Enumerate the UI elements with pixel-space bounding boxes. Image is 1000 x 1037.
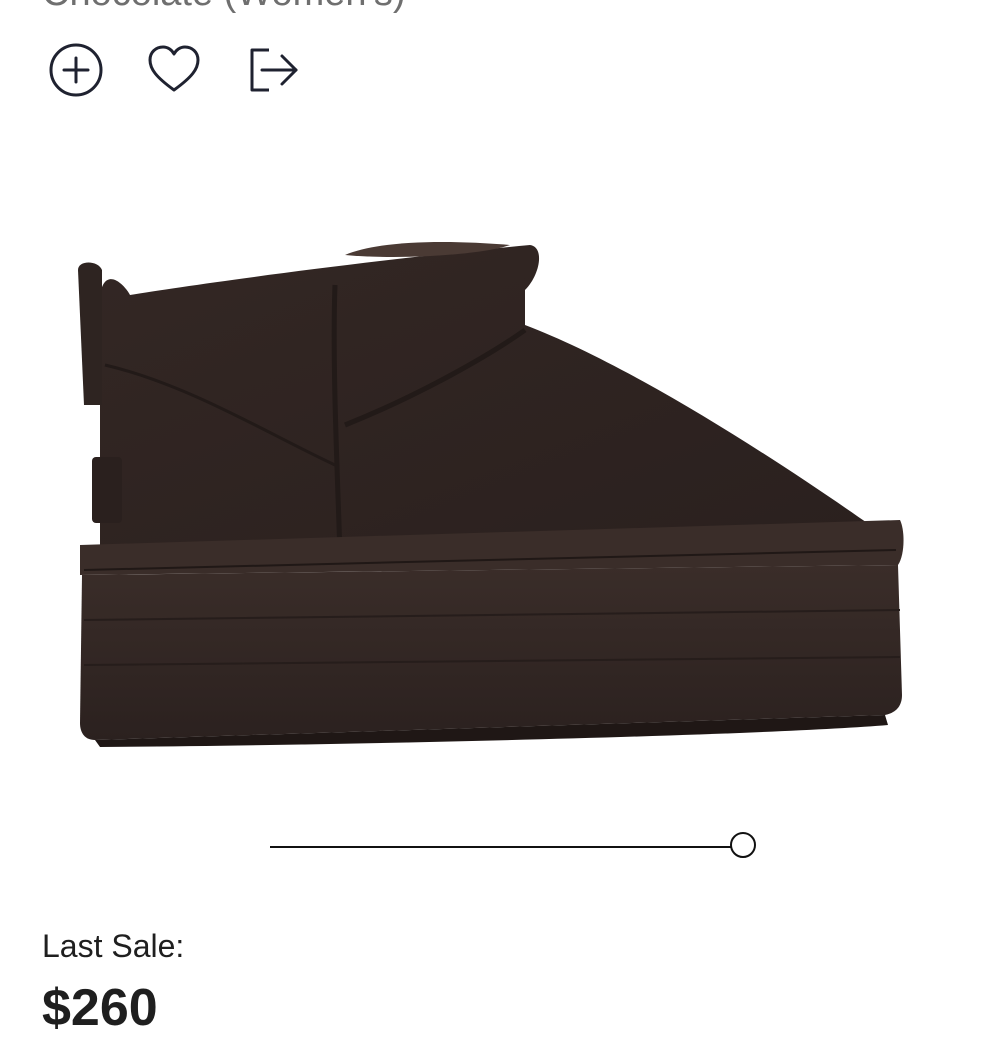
product-image — [78, 242, 904, 747]
heart-icon — [148, 45, 200, 92]
image-gallery-slider[interactable] — [270, 830, 765, 864]
favorite-button[interactable] — [144, 40, 204, 100]
slider-track — [270, 846, 732, 848]
product-actions — [46, 40, 302, 100]
share-button[interactable] — [242, 40, 302, 100]
last-sale-price: $260 — [42, 979, 158, 1037]
last-sale-label: Last Sale: — [42, 928, 185, 964]
slider-thumb[interactable] — [730, 832, 756, 858]
add-to-portfolio-button[interactable] — [46, 40, 106, 100]
product-title: Chocolate (Women's) — [42, 0, 405, 12]
share-arrow-icon — [250, 48, 298, 92]
plus-circle-icon — [49, 43, 103, 97]
